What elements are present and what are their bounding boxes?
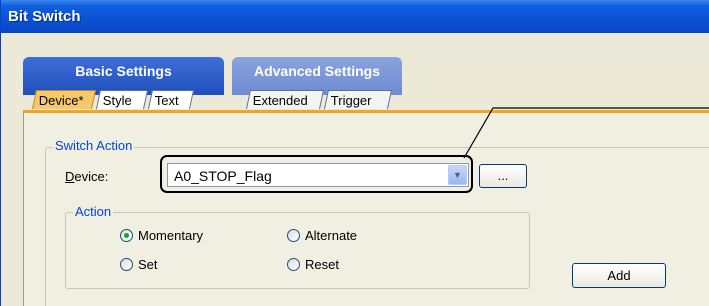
radio-momentary[interactable] — [120, 229, 133, 242]
add-button[interactable]: Add — [572, 263, 666, 288]
action-legend: Action — [73, 204, 114, 219]
radio-reset-label: Reset — [305, 257, 339, 272]
radio-alternate-label: Alternate — [305, 228, 358, 243]
bit-switch-dialog: Bit Switch Basic Settings Advanced Setti… — [0, 0, 709, 306]
radio-reset[interactable] — [287, 258, 300, 271]
radio-alternate[interactable] — [287, 229, 300, 242]
action-group — [65, 212, 530, 289]
radio-set[interactable] — [120, 258, 133, 271]
radio-momentary-label: Momentary — [138, 228, 204, 243]
add-label: Add — [607, 268, 631, 283]
radio-set-label: Set — [138, 257, 158, 272]
